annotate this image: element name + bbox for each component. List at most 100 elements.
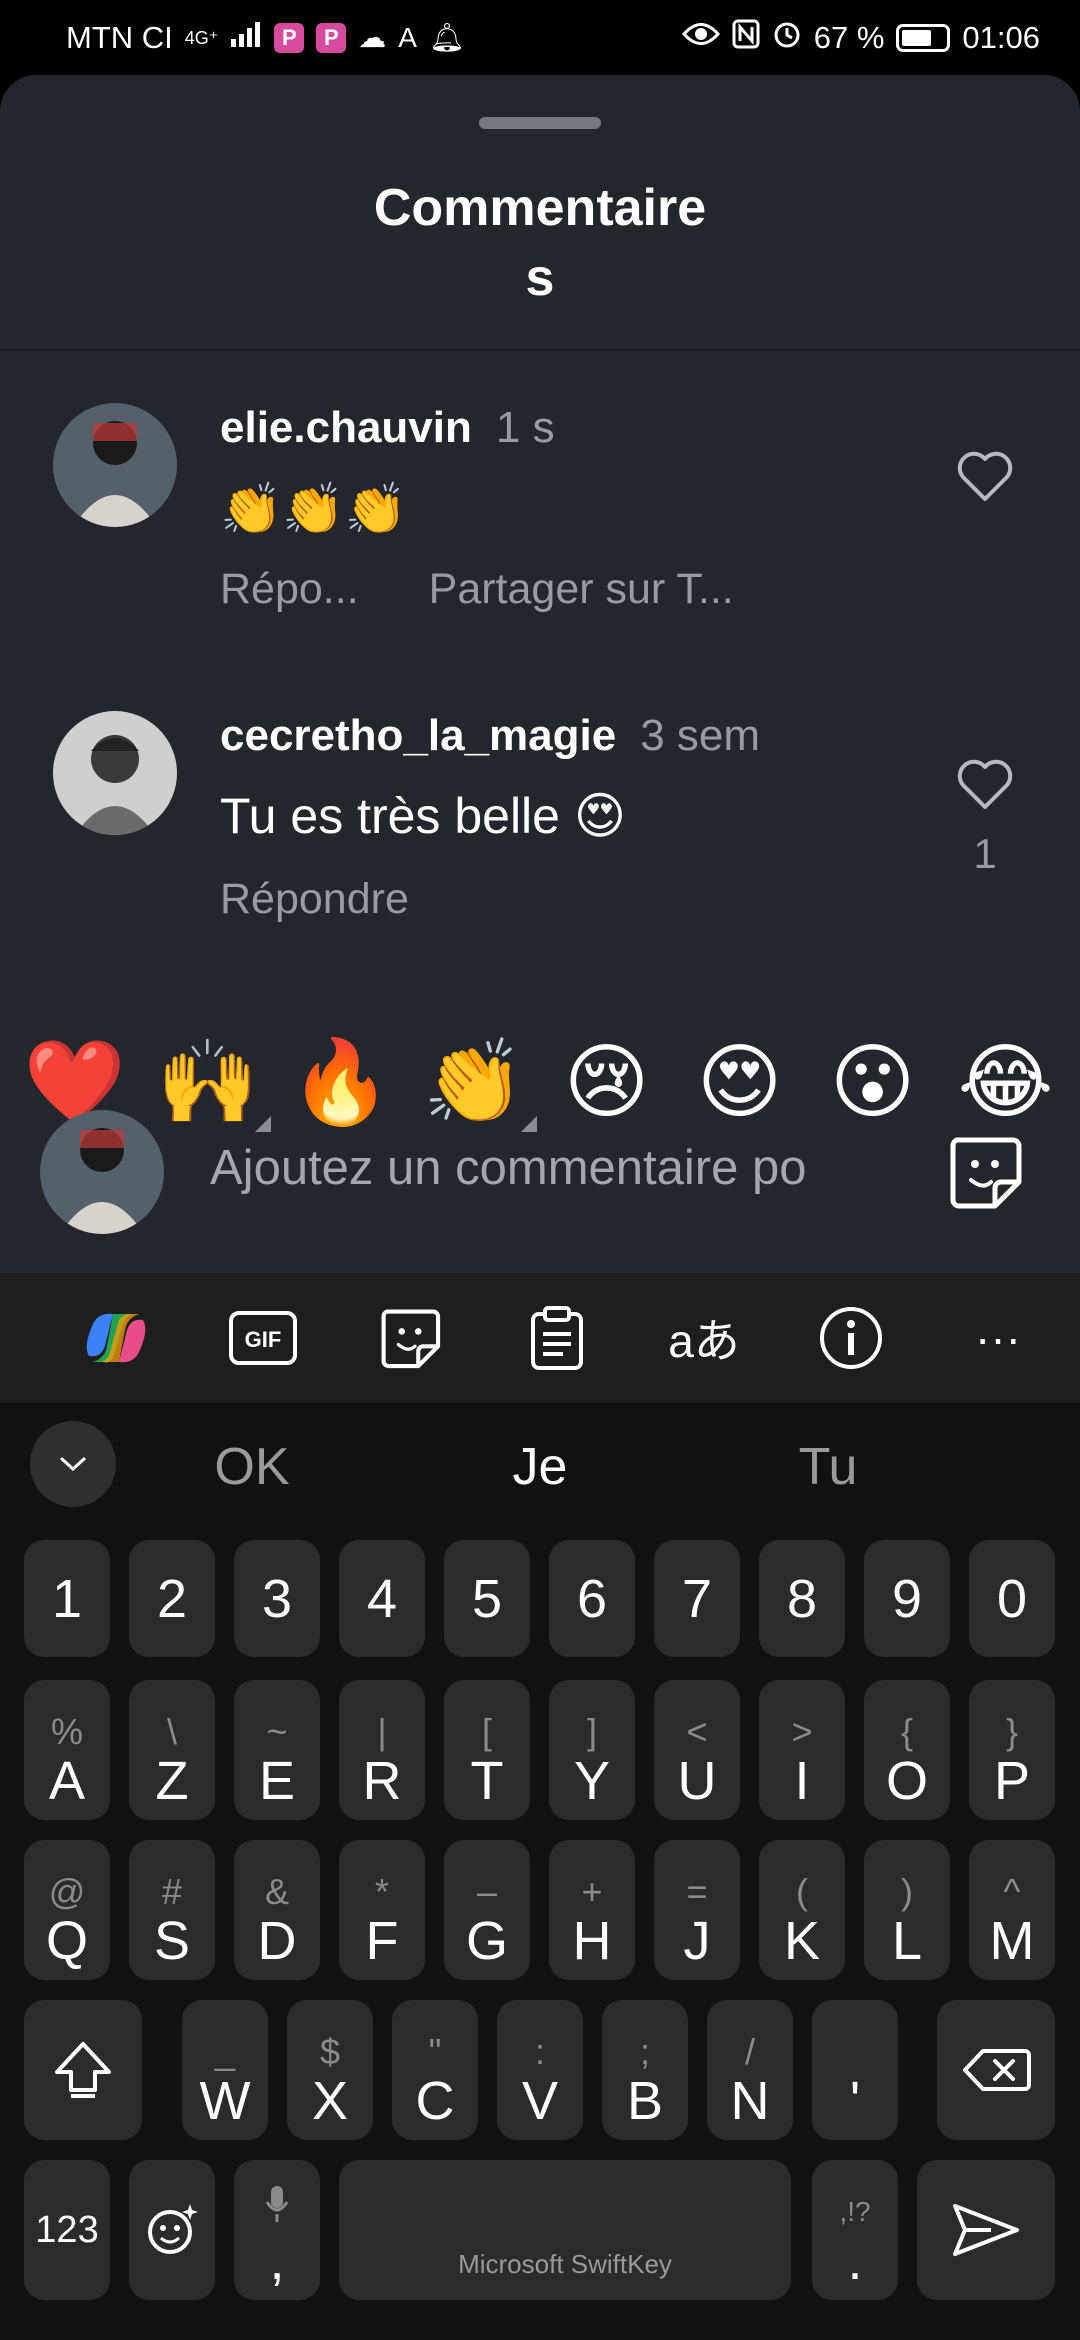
key-p[interactable]: } P xyxy=(969,1680,1055,1820)
gif-icon[interactable]: GIF xyxy=(223,1298,303,1378)
key-e[interactable]: ~ E xyxy=(234,1680,320,1820)
space-key[interactable]: Microsoft SwiftKey xyxy=(339,2160,791,2300)
key-9[interactable]: 9 xyxy=(864,1540,950,1657)
comment-time: 1 s xyxy=(495,403,555,452)
translate-icon[interactable]: aあ xyxy=(664,1298,744,1378)
signal-icon xyxy=(230,21,262,54)
chevron-down-icon[interactable] xyxy=(30,1421,116,1507)
carrier-label: MTN CI xyxy=(66,19,173,55)
key-v[interactable]: :V xyxy=(497,2000,583,2140)
key-h[interactable]: + H xyxy=(549,1840,635,1980)
keyboard: OK Je Tu 1 2 3 4 5 6 7 8 9 0 % A \ Z ~ E | R… xyxy=(0,1403,1080,2340)
backspace-key[interactable] xyxy=(937,2000,1055,2140)
sheet-title: Commentaire s xyxy=(373,179,707,307)
key-4[interactable]: 4 xyxy=(339,1540,425,1657)
svg-text:GIF: GIF xyxy=(245,1327,282,1352)
sticker-icon[interactable] xyxy=(945,1132,1025,1212)
weather-icon: ☁ xyxy=(358,22,387,53)
backspace-icon xyxy=(963,2049,1031,2091)
status-bar: MTN CI 4G⁺ P P ☁ A 🔔︎ 67 % 01:06 xyxy=(0,0,1080,75)
suggestion-left[interactable]: OK xyxy=(152,1437,352,1497)
share-button[interactable]: Partager sur T... xyxy=(429,565,734,614)
clipboard-icon[interactable] xyxy=(517,1298,597,1378)
heart-icon[interactable] xyxy=(955,447,1015,503)
text-app-icon: A xyxy=(398,21,417,53)
copilot-icon[interactable] xyxy=(76,1298,156,1378)
network-type: 4G⁺ xyxy=(184,27,219,48)
comment-input[interactable]: Ajoutez un commentaire po xyxy=(210,1140,910,1196)
nfc-icon xyxy=(732,19,760,56)
key-7[interactable]: 7 xyxy=(654,1540,740,1657)
shift-key[interactable] xyxy=(24,2000,142,2140)
key-t[interactable]: [T xyxy=(444,1680,530,1820)
avatar[interactable] xyxy=(53,403,177,527)
avatar[interactable] xyxy=(53,711,177,835)
info-icon[interactable] xyxy=(811,1298,891,1378)
key-l[interactable]: ) L xyxy=(864,1840,950,1980)
like-count: 1 xyxy=(973,830,997,877)
key-s[interactable]: # S xyxy=(129,1840,215,1980)
key-b[interactable]: ; B xyxy=(602,2000,688,2140)
heart-icon[interactable] xyxy=(955,755,1015,811)
key-d[interactable]: & D xyxy=(234,1840,320,1980)
clock: 01:06 xyxy=(962,19,1040,55)
key-apostrophe[interactable]: ' xyxy=(812,2000,898,2140)
key-0[interactable]: 0 xyxy=(969,1540,1055,1657)
key-2[interactable]: 2 xyxy=(129,1540,215,1657)
numbers-key[interactable]: 123 xyxy=(24,2160,110,2300)
comma-key[interactable]: , xyxy=(234,2160,320,2300)
drag-handle[interactable] xyxy=(479,117,601,129)
key-j[interactable]: = J xyxy=(654,1840,740,1980)
comments-sheet: Commentaire s elie.chauvin 1 s 👏👏👏 Répo..… xyxy=(0,75,1080,1273)
key-f[interactable]: * F xyxy=(339,1840,425,1980)
key-k[interactable]: (K xyxy=(759,1840,845,1980)
avatar xyxy=(40,1110,164,1234)
comment-text: 👏👏👏 xyxy=(220,481,407,537)
send-key[interactable] xyxy=(917,2160,1055,2300)
key-c[interactable]: " C xyxy=(392,2000,478,2140)
key-a[interactable]: % A xyxy=(24,1680,110,1820)
period-key[interactable]: ,!?. xyxy=(812,2160,898,2300)
key-u[interactable]: < U xyxy=(654,1680,740,1820)
p-app-icon: P xyxy=(274,22,305,53)
keyboard-toolbar: GIF aあ ··· xyxy=(0,1273,1080,1403)
suggestion-right[interactable]: Tu xyxy=(728,1437,928,1497)
suggestion-center[interactable]: Je xyxy=(440,1437,640,1497)
key-i[interactable]: > I xyxy=(759,1680,845,1820)
key-y[interactable]: ] Y xyxy=(549,1680,635,1820)
comment-time: 3 sem xyxy=(640,711,761,760)
key-8[interactable]: 8 xyxy=(759,1540,845,1657)
divider xyxy=(0,349,1080,351)
key-n[interactable]: / N xyxy=(707,2000,793,2140)
battery-percent: 67 % xyxy=(813,19,885,55)
reply-button[interactable]: Répondre xyxy=(220,875,409,924)
send-icon xyxy=(953,2204,1019,2256)
key-1[interactable]: 1 xyxy=(24,1540,110,1657)
alarm-icon xyxy=(772,19,802,56)
key-g[interactable]: – G xyxy=(444,1840,530,1980)
key-x[interactable]: $ X xyxy=(287,2000,373,2140)
comment-username[interactable]: cecretho_la_magie xyxy=(220,711,616,760)
key-3[interactable]: 3 xyxy=(234,1540,320,1657)
p-app-icon-2: P xyxy=(316,22,347,53)
more-icon[interactable]: ··· xyxy=(958,1298,1038,1378)
emoji-key[interactable] xyxy=(129,2160,215,2300)
sticker-icon[interactable] xyxy=(370,1298,450,1378)
key-z[interactable]: \ Z xyxy=(129,1680,215,1820)
key-q[interactable]: @ Q xyxy=(24,1840,110,1980)
eye-icon xyxy=(681,21,720,54)
comment-text: Tu es très belle 😍 xyxy=(220,788,626,844)
sparkle-smiley-icon xyxy=(148,2204,198,2254)
comment-username[interactable]: elie.chauvin xyxy=(220,403,472,452)
key-r[interactable]: | R xyxy=(339,1680,425,1820)
key-5[interactable]: 5 xyxy=(444,1540,530,1657)
key-w[interactable]: _ W xyxy=(182,2000,268,2140)
microphone-icon xyxy=(265,2186,289,2222)
key-6[interactable]: 6 xyxy=(549,1540,635,1657)
shift-icon xyxy=(55,2042,111,2098)
key-m[interactable]: ^ M xyxy=(969,1840,1055,1980)
reply-button[interactable]: Répo... xyxy=(220,565,359,614)
battery-icon xyxy=(896,23,951,52)
suggestion-bar: OK Je Tu xyxy=(0,1403,1080,1533)
key-o[interactable]: {O xyxy=(864,1680,950,1820)
